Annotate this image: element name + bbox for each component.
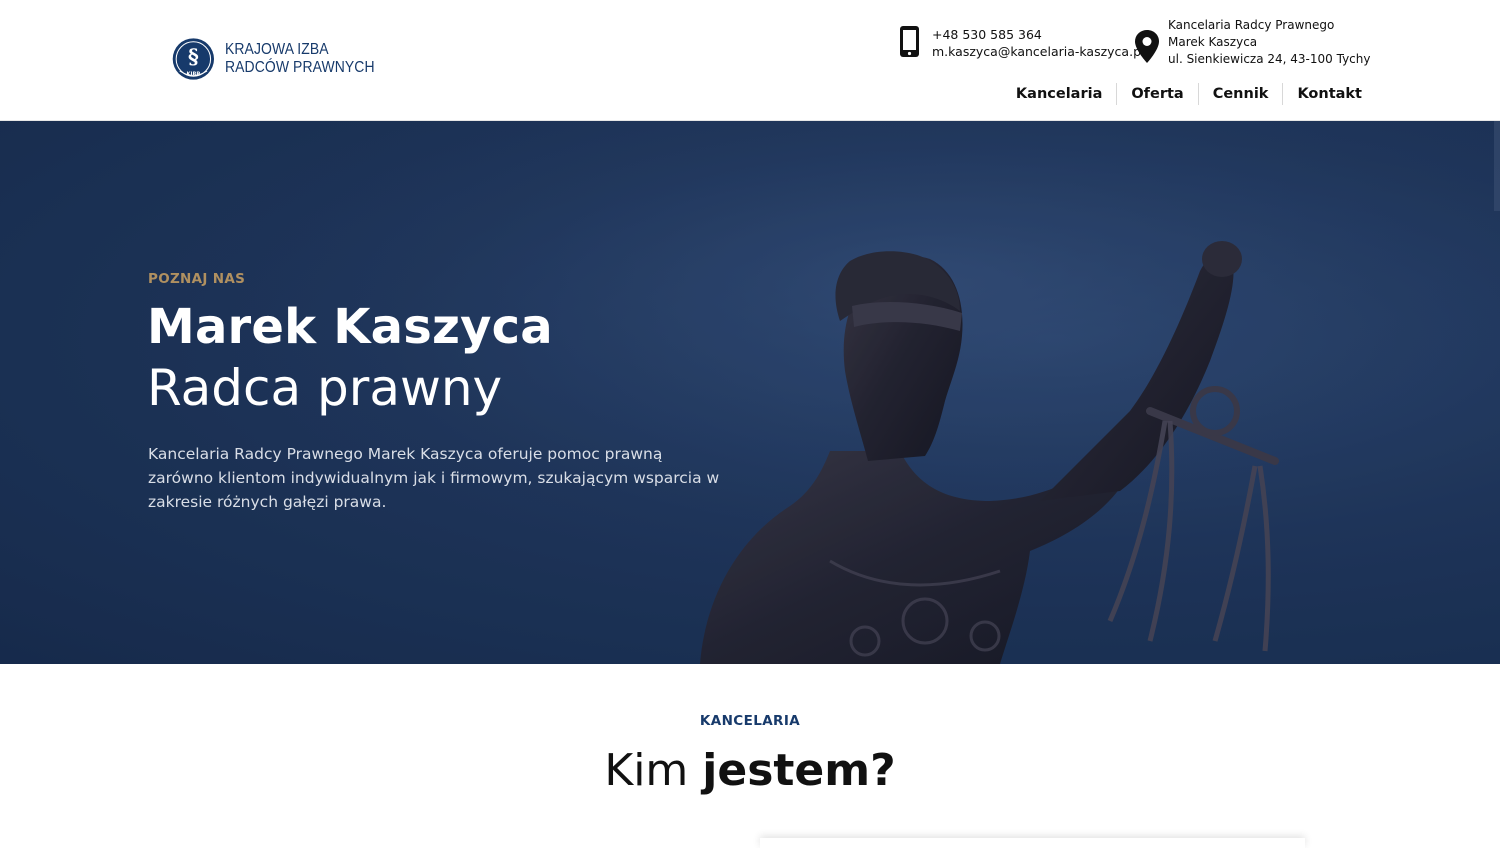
phone-number-link[interactable]: +48 530 585 364: [932, 26, 1144, 43]
section-title-bold: jestem?: [702, 745, 896, 796]
emblem-text: KIRP: [187, 71, 201, 77]
nav-item-oferta[interactable]: Oferta: [1116, 83, 1197, 105]
nav-item-kancelaria[interactable]: Kancelaria: [1002, 83, 1116, 105]
contact-phone: +48 530 585 364 m.kaszyca@kancelaria-kas…: [898, 25, 1144, 60]
main-nav: Kancelaria Oferta Cennik Kontakt: [1002, 81, 1362, 107]
hero-name: Marek Kaszyca: [147, 299, 553, 355]
section-title-light: Kim: [604, 745, 703, 796]
address-line-1: Kancelaria Radcy Prawnego: [1168, 18, 1335, 32]
site-header: § KIRP KRAJOWA IZBA RADCÓW PRAWNYCH +48 …: [0, 0, 1500, 121]
nav-item-kontakt[interactable]: Kontakt: [1282, 83, 1362, 105]
svg-text:§: §: [188, 44, 199, 68]
content-card: [760, 838, 1305, 848]
section-title: Kim jestem?: [0, 745, 1500, 796]
nav-item-cennik[interactable]: Cennik: [1197, 83, 1283, 105]
contact-address: Kancelaria Radcy Prawnego Marek Kaszyca …: [1134, 17, 1370, 69]
hero-banner: POZNAJ NAS Marek Kaszyca Radca prawny Ka…: [0, 121, 1500, 664]
page-scrollbar[interactable]: [1494, 121, 1500, 211]
hero-role: Radca prawny: [147, 359, 503, 417]
email-link[interactable]: m.kaszyca@kancelaria-kaszyca.pl: [932, 43, 1144, 60]
hero-eyebrow: POZNAJ NAS: [148, 271, 246, 287]
smartphone-icon: [900, 26, 919, 57]
kirp-logo[interactable]: § KIRP KRAJOWA IZBA RADCÓW PRAWNYCH: [171, 31, 391, 87]
hero-description: Kancelaria Radcy Prawnego Marek Kaszyca …: [148, 445, 720, 511]
logo-line-1: KRAJOWA IZBA: [224, 41, 329, 58]
map-pin-icon: [1135, 30, 1159, 63]
section-sign-emblem-icon: § KIRP: [172, 38, 215, 80]
address-line-3: ul. Sienkiewicza 24, 43-100 Tychy: [1168, 52, 1371, 66]
logo-text: KRAJOWA IZBA RADCÓW PRAWNYCH: [225, 41, 375, 77]
logo-line-2: RADCÓW PRAWNYCH: [224, 59, 375, 76]
address-line-2: Marek Kaszyca: [1168, 35, 1258, 49]
section-eyebrow: KANCELARIA: [699, 713, 801, 729]
